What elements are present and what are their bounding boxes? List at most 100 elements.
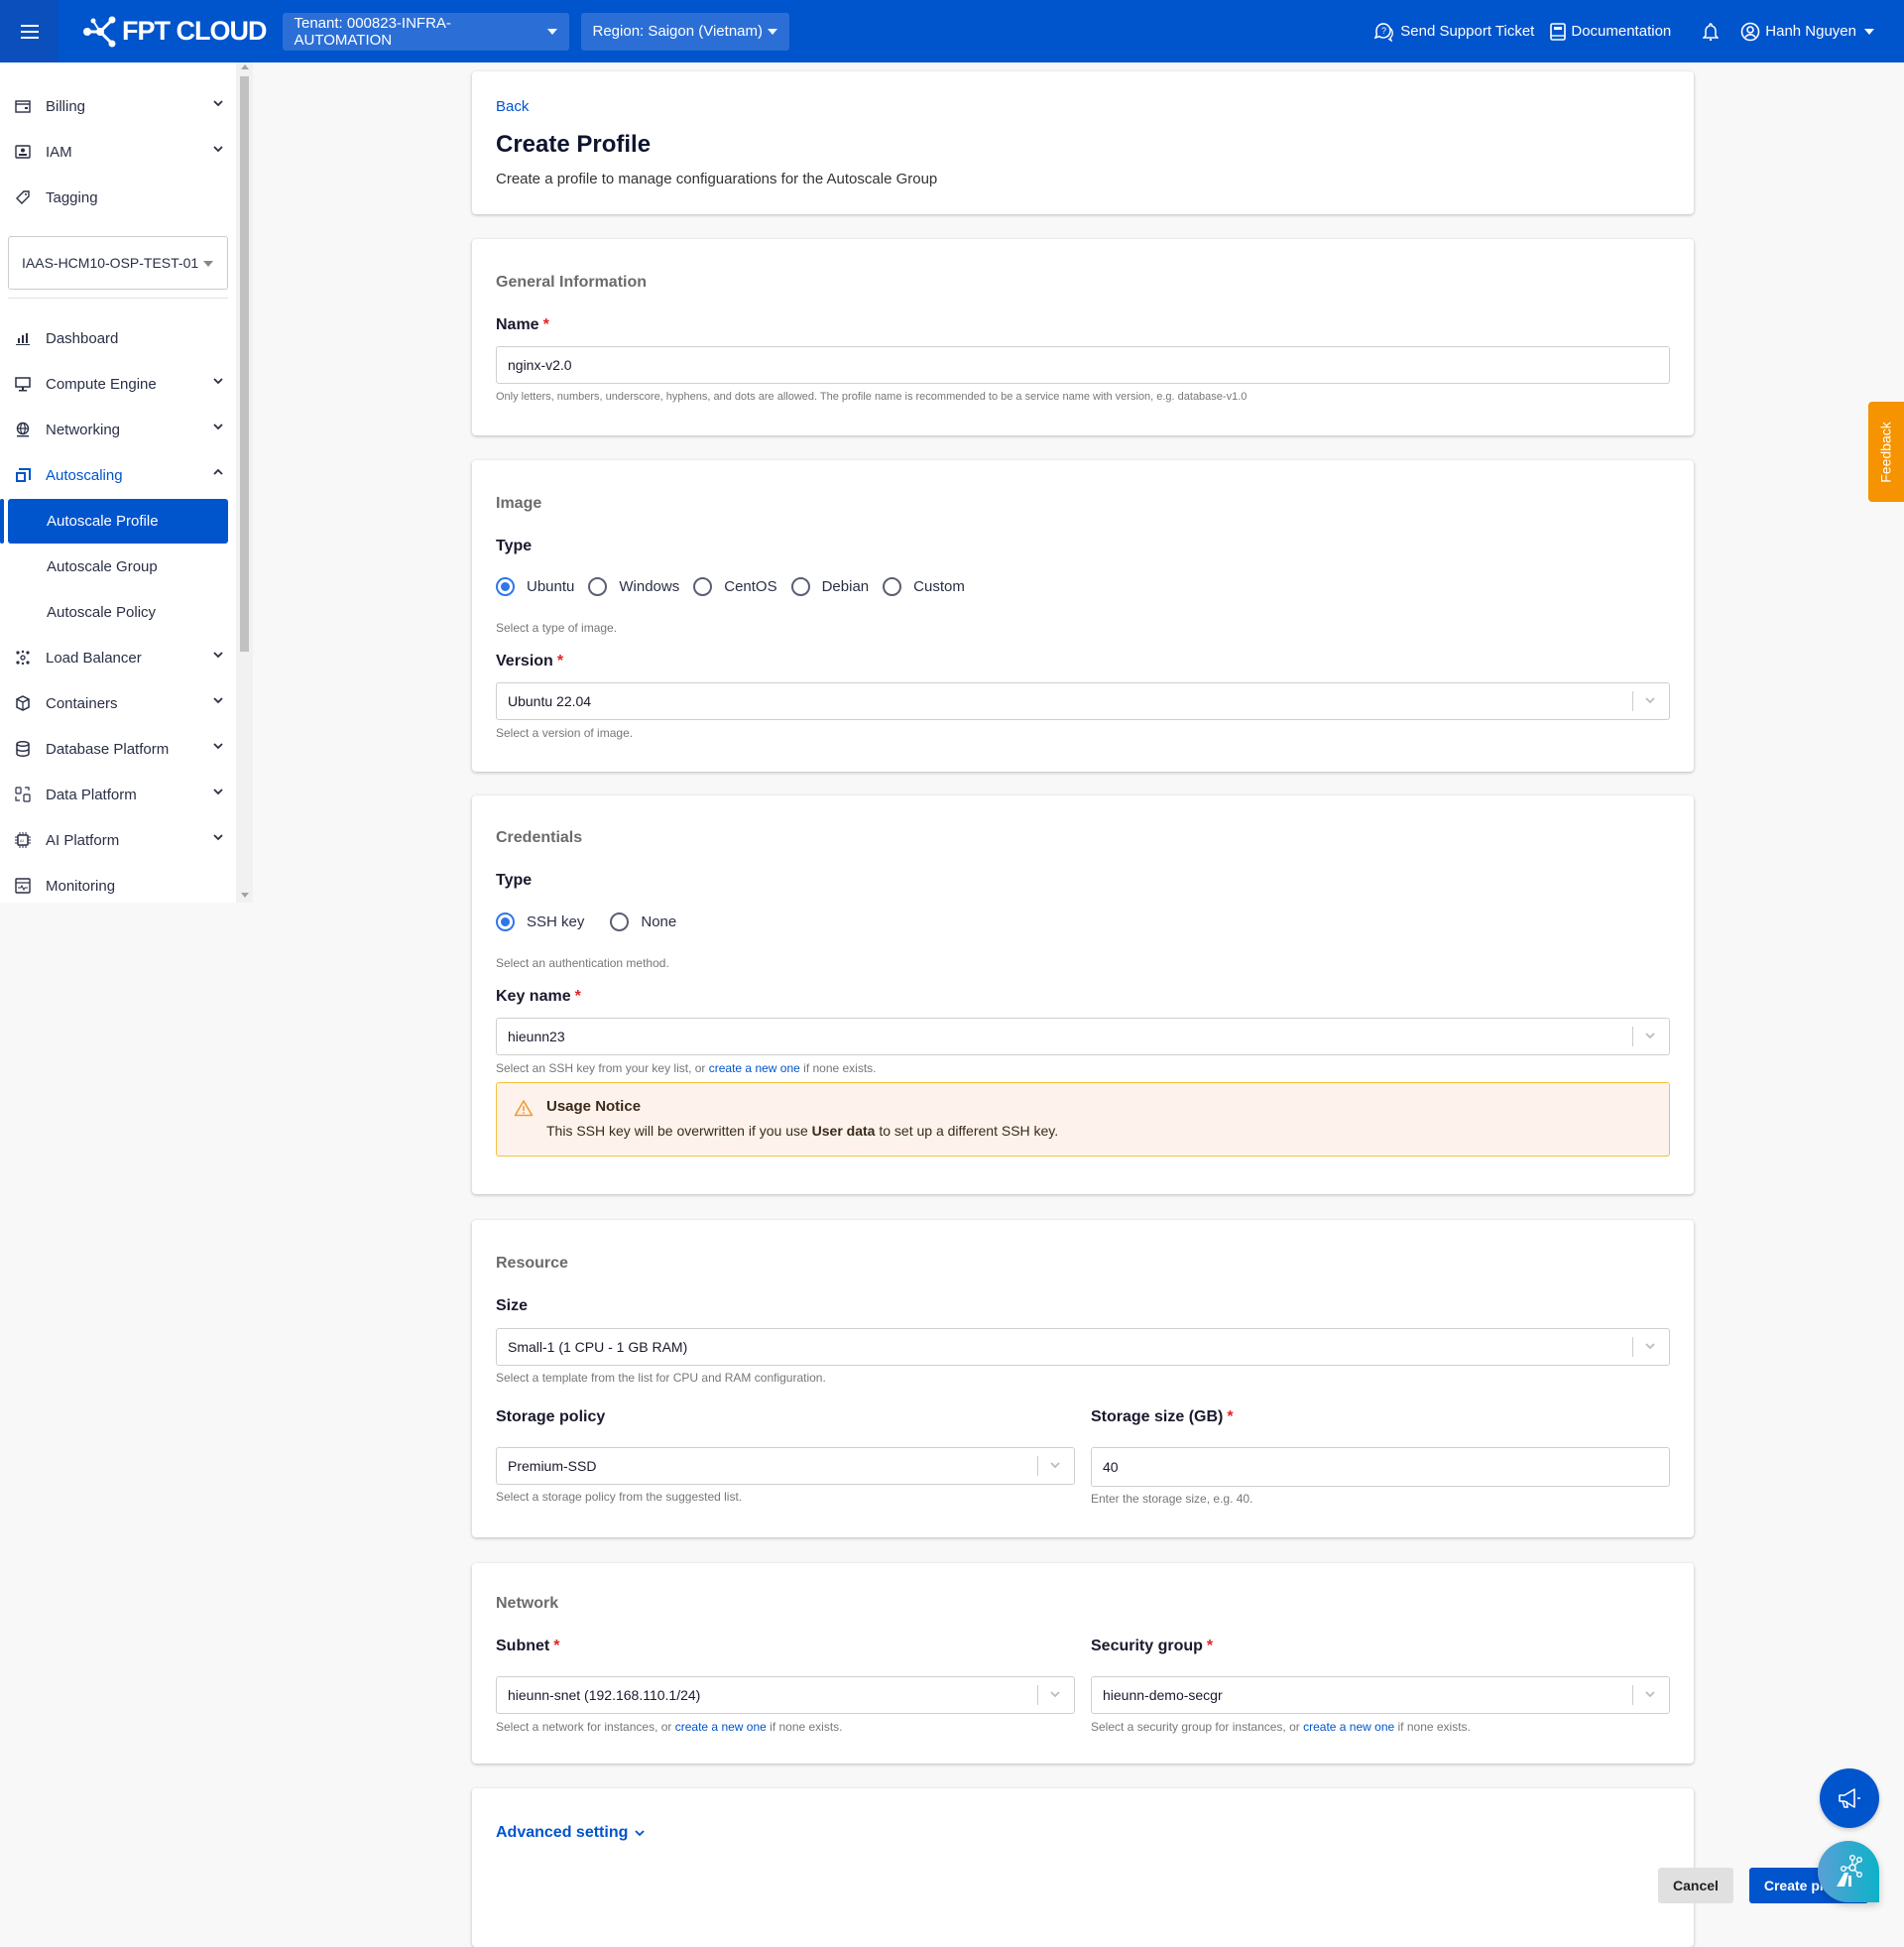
project-select[interactable]: IAAS-HCM10-OSP-TEST-01 (8, 236, 228, 290)
credential-type-hint: Select an authentication method. (496, 956, 669, 970)
create-security-group-link[interactable]: create a new one (1303, 1720, 1394, 1734)
chevron-down-icon (213, 743, 223, 750)
sidebar-item-networking[interactable]: Networking (0, 410, 236, 449)
version-label: Version * (496, 653, 563, 670)
notice-text: This SSH key will be overwritten if you … (546, 1123, 1058, 1139)
scroll-up-arrow-icon[interactable] (241, 64, 249, 69)
feedback-tab[interactable]: Feedback (1868, 402, 1904, 502)
announcement-button[interactable] (1820, 1768, 1879, 1828)
notice-text-part: to set up a different SSH key. (875, 1123, 1059, 1139)
section-title: General Information (496, 274, 648, 291)
storage-policy-value: Premium-SSD (508, 1458, 597, 1474)
name-hint: Only letters, numbers, underscore, hyphe… (496, 391, 1248, 403)
radio-ubuntu[interactable]: Ubuntu (496, 577, 574, 596)
subnet-select[interactable]: hieunn-snet (192.168.110.1/24) (496, 1676, 1075, 1714)
ai-assistant-button[interactable] (1818, 1841, 1879, 1902)
scroll-down-arrow-icon[interactable] (241, 893, 249, 898)
menu-toggle-button[interactable] (0, 0, 59, 62)
size-select-value: Small-1 (1 CPU - 1 GB RAM) (508, 1339, 688, 1355)
sidebar-item-tagging[interactable]: Tagging (0, 178, 236, 217)
user-menu[interactable]: Hanh Nguyen (1740, 22, 1874, 42)
key-name-select-value: hieunn23 (508, 1029, 565, 1044)
sidebar-item-label: Load Balancer (46, 649, 142, 667)
warning-triangle-icon (514, 1100, 534, 1117)
cancel-button[interactable]: Cancel (1658, 1868, 1733, 1903)
storage-size-value: 40 (1103, 1459, 1119, 1475)
required-asterisk: * (1206, 1638, 1214, 1654)
credentials-card: Credentials Type SSH key None Select an … (472, 795, 1694, 1194)
sidebar-item-compute-engine[interactable]: Compute Engine (0, 364, 236, 404)
key-name-hint: Select an SSH key from your key list, or… (496, 1061, 877, 1075)
chevron-down-icon (1645, 1343, 1655, 1350)
radio-unchecked-icon (883, 577, 902, 596)
advanced-setting-toggle[interactable]: Advanced setting (496, 1824, 646, 1842)
radio-label: Debian (821, 578, 870, 595)
monitoring-icon (15, 878, 31, 894)
storage-policy-label: Storage policy (496, 1408, 606, 1425)
sidebar-subitem-autoscale-policy[interactable]: Autoscale Policy (8, 590, 228, 635)
radio-custom[interactable]: Custom (883, 577, 965, 596)
name-input[interactable]: nginx-v2.0 (496, 346, 1670, 384)
radio-label: SSH key (527, 913, 585, 930)
size-select[interactable]: Small-1 (1 CPU - 1 GB RAM) (496, 1328, 1670, 1366)
documentation-label: Documentation (1571, 23, 1672, 40)
storage-size-input[interactable]: 40 (1091, 1447, 1670, 1487)
radio-ssh-key[interactable]: SSH key (496, 913, 584, 931)
sidebar-item-label: Dashboard (46, 329, 119, 347)
chevron-up-icon (213, 468, 223, 475)
svg-text:?: ? (1381, 26, 1386, 36)
section-title: Image (496, 495, 542, 512)
sidebar-item-load-balancer[interactable]: Load Balancer (0, 638, 236, 677)
radio-label: Ubuntu (527, 578, 575, 595)
name-input-value: nginx-v2.0 (508, 357, 572, 373)
sidebar-item-database-platform[interactable]: Database Platform (0, 729, 236, 769)
image-type-hint: Select a type of image. (496, 621, 618, 635)
sidebar-subitem-autoscale-profile[interactable]: Autoscale Profile (8, 499, 228, 544)
notification-bell-icon[interactable] (1703, 22, 1720, 42)
sidebar-item-monitoring[interactable]: Monitoring (0, 866, 236, 903)
credential-type-label: Type (496, 872, 533, 889)
create-key-link[interactable]: create a new one (709, 1061, 800, 1075)
radio-centos[interactable]: CentOS (693, 577, 777, 596)
sidebar-item-label: Database Platform (46, 740, 170, 758)
radio-debian[interactable]: Debian (790, 577, 870, 596)
sidebar-item-billing[interactable]: Billing (0, 86, 236, 126)
section-title: Credentials (496, 829, 583, 846)
sidebar-item-data-platform[interactable]: Data Platform (0, 775, 236, 814)
create-subnet-link[interactable]: create a new one (675, 1720, 767, 1734)
chevron-down-icon (213, 146, 223, 153)
sidebar-subitem-label: Autoscale Group (47, 558, 158, 575)
sidebar-divider (8, 298, 228, 299)
sidebar-item-label: Compute Engine (46, 375, 157, 393)
key-name-select[interactable]: hieunn23 (496, 1018, 1670, 1055)
storage-policy-select[interactable]: Premium-SSD (496, 1447, 1075, 1485)
page-title: Create Profile (496, 131, 652, 158)
back-link[interactable]: Back (496, 98, 529, 115)
region-select[interactable]: Region: Saigon (Vietnam) (580, 12, 789, 51)
sidebar-item-label: Data Platform (46, 786, 137, 803)
sidebar-item-autoscaling[interactable]: Autoscaling (0, 455, 236, 495)
chevron-down-icon (213, 697, 223, 704)
security-group-select[interactable]: hieunn-demo-secgr (1091, 1676, 1670, 1714)
network-card: Network Subnet * hieunn-snet (192.168.110… (472, 1563, 1694, 1764)
sidebar-item-iam[interactable]: IAM (0, 132, 236, 172)
radio-none[interactable]: None (610, 913, 676, 931)
sidebar-scrollbar[interactable] (236, 62, 253, 903)
sidebar-subitem-autoscale-group[interactable]: Autoscale Group (8, 545, 228, 589)
brand-logo[interactable]: FPT CLOUD (82, 16, 267, 48)
scrollbar-thumb[interactable] (240, 76, 249, 652)
subnet-label-text: Subnet (496, 1638, 550, 1654)
send-support-ticket-link[interactable]: ? Send Support Ticket (1373, 22, 1534, 42)
sidebar-item-dashboard[interactable]: Dashboard (0, 318, 236, 358)
radio-unchecked-icon (588, 577, 608, 596)
page-header-card: Back Create Profile Create a profile to … (472, 71, 1694, 214)
size-label: Size (496, 1297, 529, 1314)
chevron-down-icon (1050, 1691, 1060, 1698)
tenant-select[interactable]: Tenant: 000823-INFRA-AUTOMATION (282, 12, 569, 51)
documentation-link[interactable]: Documentation (1550, 22, 1672, 41)
radio-windows[interactable]: Windows (588, 577, 679, 596)
version-select[interactable]: Ubuntu 22.04 (496, 682, 1670, 720)
autoscaling-icon (16, 468, 31, 482)
sidebar-item-ai-platform[interactable]: AI AI Platform (0, 820, 236, 860)
sidebar-item-containers[interactable]: Containers (0, 683, 236, 723)
